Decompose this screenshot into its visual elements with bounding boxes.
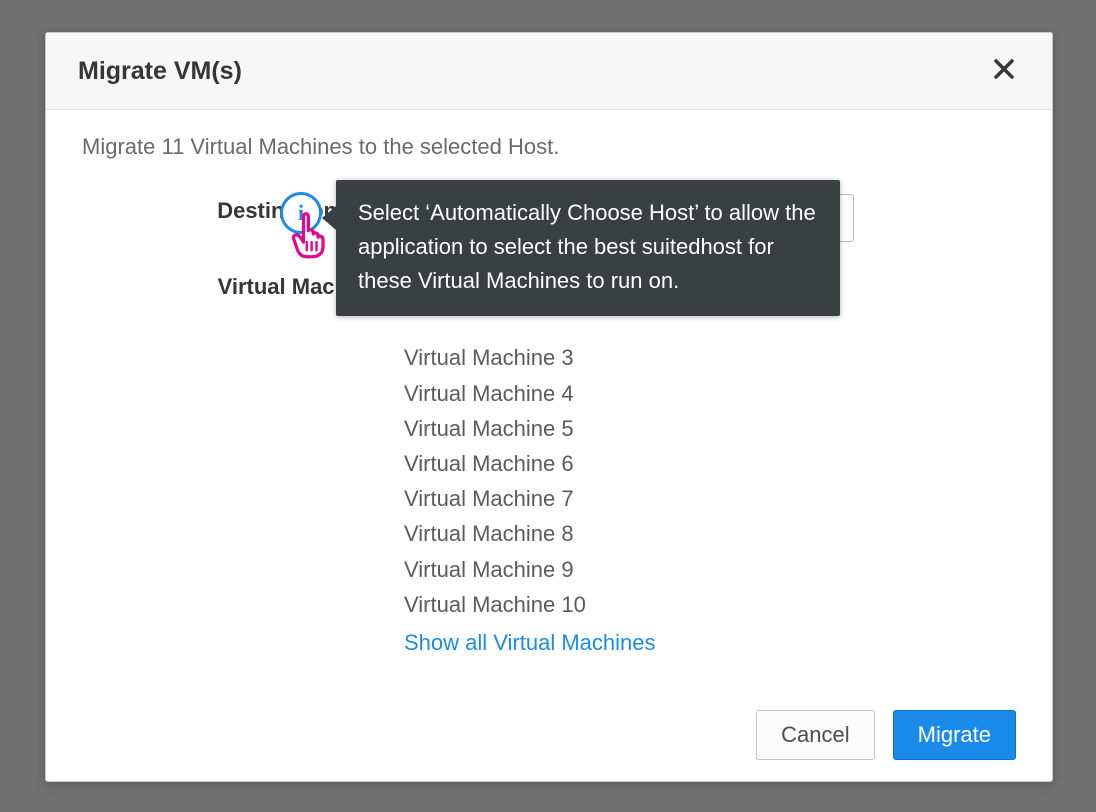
modal-footer: Cancel Migrate bbox=[46, 698, 1052, 788]
cancel-button[interactable]: Cancel bbox=[756, 710, 874, 760]
list-item: Virtual Machine 4 bbox=[404, 376, 1016, 411]
close-icon bbox=[992, 57, 1016, 86]
list-item: Virtual Machine 8 bbox=[404, 516, 1016, 551]
list-item: Virtual Machine 3 bbox=[404, 340, 1016, 375]
list-item: Virtual Machine 6 bbox=[404, 446, 1016, 481]
list-item: Virtual Machine 9 bbox=[404, 552, 1016, 587]
modal-title: Migrate VM(s) bbox=[78, 57, 242, 86]
close-button[interactable] bbox=[988, 55, 1020, 87]
modal-subtitle: Migrate 11 Virtual Machines to the selec… bbox=[82, 134, 1016, 160]
list-item: Virtual Machine 10 bbox=[404, 587, 1016, 622]
show-all-vms-link[interactable]: Show all Virtual Machines bbox=[404, 630, 1016, 656]
virtual-machines-list-wrap: Virtual Machine 1 Virtual Machine 2 Virt… bbox=[404, 270, 1016, 656]
list-item: Virtual Machine 7 bbox=[404, 481, 1016, 516]
migrate-vms-modal: Migrate VM(s) Migrate 11 Virtual Machine… bbox=[45, 32, 1053, 782]
migrate-button[interactable]: Migrate bbox=[893, 710, 1016, 760]
modal-header: Migrate VM(s) bbox=[46, 33, 1052, 110]
list-item: Virtual Machine 5 bbox=[404, 411, 1016, 446]
info-tooltip: Select ‘Automatically Choose Host’ to al… bbox=[336, 180, 840, 316]
tooltip-text: Select ‘Automatically Choose Host’ to al… bbox=[358, 200, 816, 293]
virtual-machines-list: Virtual Machine 1 Virtual Machine 2 Virt… bbox=[404, 270, 1016, 622]
virtual-machines-row: Virtual Machines Virtual Machine 1 Virtu… bbox=[82, 270, 1016, 656]
